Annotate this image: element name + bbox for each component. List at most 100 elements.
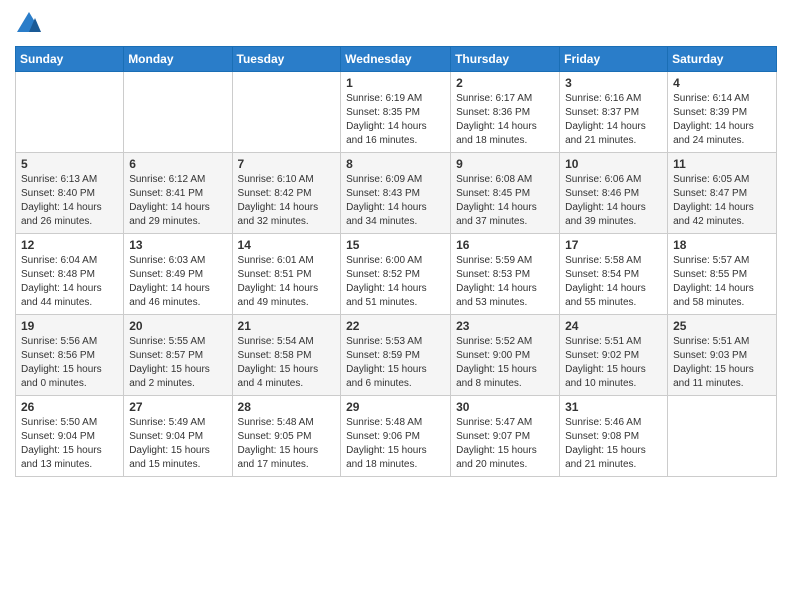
calendar-cell: 25Sunrise: 5:51 AM Sunset: 9:03 PM Dayli… — [668, 315, 777, 396]
calendar-cell: 10 Sunrise: 6:06 AM Sunset: 8:46 PM Dayli… — [560, 153, 668, 234]
day-info: Sunrise: 5:49 AM Sunset: 9:04 PM Dayligh… — [129, 416, 226, 472]
calendar-cell: 4 Sunrise: 6:14 AM Sunset: 8:39 PM Daylig… — [668, 72, 777, 153]
weekday-header-sunday: Sunday — [16, 47, 124, 72]
calendar-cell — [16, 72, 124, 153]
calendar-cell: 15 Sunrise: 6:00 AM Sunset: 8:52 PM Dayli… — [341, 234, 451, 315]
day-info: Sunrise: 5:54 AM Sunset: 8:58 PM Dayligh… — [238, 335, 336, 391]
day-info: Sunrise: 5:50 AM Sunset: 9:04 PM Dayligh… — [21, 416, 118, 472]
day-info: Sunrise: 6:06 AM Sunset: 8:46 PM Dayligh… — [565, 173, 662, 229]
calendar-cell: 19 Sunrise: 5:56 AM Sunset: 8:56 PM Dayli… — [16, 315, 124, 396]
day-number: 16 — [456, 238, 554, 252]
day-number: 17 — [565, 238, 662, 252]
calendar: SundayMondayTuesdayWednesdayThursdayFrid… — [15, 46, 777, 477]
day-number: 15 — [346, 238, 445, 252]
calendar-cell: 20Sunrise: 5:55 AM Sunset: 8:57 PM Dayli… — [124, 315, 232, 396]
calendar-cell: 6 Sunrise: 6:12 AM Sunset: 8:41 PM Daylig… — [124, 153, 232, 234]
calendar-cell: 27 Sunrise: 5:49 AM Sunset: 9:04 PM Dayli… — [124, 396, 232, 477]
day-info: Sunrise: 6:05 AM Sunset: 8:47 PM Dayligh… — [673, 173, 771, 229]
day-info: Sunrise: 6:13 AM Sunset: 8:40 PM Dayligh… — [21, 173, 118, 229]
day-info: Sunrise: 5:59 AM Sunset: 8:53 PM Dayligh… — [456, 254, 554, 310]
logo — [15, 10, 47, 38]
day-info: Sunrise: 6:04 AM Sunset: 8:48 PM Dayligh… — [21, 254, 118, 310]
calendar-cell: 24 Sunrise: 5:51 AM Sunset: 9:02 PM Dayli… — [560, 315, 668, 396]
day-info: Sunrise: 6:00 AM Sunset: 8:52 PM Dayligh… — [346, 254, 445, 310]
calendar-cell: 12 Sunrise: 6:04 AM Sunset: 8:48 PM Dayli… — [16, 234, 124, 315]
day-number: 22 — [346, 319, 445, 333]
day-info: Sunrise: 5:47 AM Sunset: 9:07 PM Dayligh… — [456, 416, 554, 472]
calendar-cell: 22 Sunrise: 5:53 AM Sunset: 8:59 PM Dayli… — [341, 315, 451, 396]
day-number: 24 — [565, 319, 662, 333]
day-info: Sunrise: 6:17 AM Sunset: 8:36 PM Dayligh… — [456, 92, 554, 148]
day-number: 4 — [673, 76, 771, 90]
day-number: 10 — [565, 157, 662, 171]
calendar-cell: 13 Sunrise: 6:03 AM Sunset: 8:49 PM Dayli… — [124, 234, 232, 315]
calendar-cell: 16 Sunrise: 5:59 AM Sunset: 8:53 PM Dayli… — [451, 234, 560, 315]
day-info: Sunrise: 5:51 AM Sunset: 9:02 PM Dayligh… — [565, 335, 662, 391]
calendar-cell: 26 Sunrise: 5:50 AM Sunset: 9:04 PM Dayli… — [16, 396, 124, 477]
day-info: Sunrise: 6:09 AM Sunset: 8:43 PM Dayligh… — [346, 173, 445, 229]
day-number: 29 — [346, 400, 445, 414]
weekday-header-wednesday: Wednesday — [341, 47, 451, 72]
calendar-week-2: 5Sunrise: 6:13 AM Sunset: 8:40 PM Daylig… — [16, 153, 777, 234]
day-number: 6 — [129, 157, 226, 171]
calendar-cell: 29 Sunrise: 5:48 AM Sunset: 9:06 PM Dayli… — [341, 396, 451, 477]
day-info: Sunrise: 5:48 AM Sunset: 9:06 PM Dayligh… — [346, 416, 445, 472]
day-info: Sunrise: 5:55 AM Sunset: 8:57 PM Dayligh… — [129, 335, 226, 391]
calendar-week-3: 12 Sunrise: 6:04 AM Sunset: 8:48 PM Dayli… — [16, 234, 777, 315]
day-info: Sunrise: 6:08 AM Sunset: 8:45 PM Dayligh… — [456, 173, 554, 229]
calendar-week-5: 26 Sunrise: 5:50 AM Sunset: 9:04 PM Dayli… — [16, 396, 777, 477]
day-info: Sunrise: 5:48 AM Sunset: 9:05 PM Dayligh… — [238, 416, 336, 472]
weekday-header-thursday: Thursday — [451, 47, 560, 72]
calendar-cell: 9 Sunrise: 6:08 AM Sunset: 8:45 PM Daylig… — [451, 153, 560, 234]
day-number: 12 — [21, 238, 118, 252]
day-number: 1 — [346, 76, 445, 90]
day-number: 9 — [456, 157, 554, 171]
calendar-cell: 2 Sunrise: 6:17 AM Sunset: 8:36 PM Daylig… — [451, 72, 560, 153]
calendar-cell — [668, 396, 777, 477]
weekday-header-saturday: Saturday — [668, 47, 777, 72]
calendar-cell: 1 Sunrise: 6:19 AM Sunset: 8:35 PM Daylig… — [341, 72, 451, 153]
day-number: 13 — [129, 238, 226, 252]
day-number: 18 — [673, 238, 771, 252]
calendar-cell — [232, 72, 341, 153]
day-number: 19 — [21, 319, 118, 333]
calendar-cell: 8 Sunrise: 6:09 AM Sunset: 8:43 PM Daylig… — [341, 153, 451, 234]
day-number: 30 — [456, 400, 554, 414]
day-number: 27 — [129, 400, 226, 414]
day-info: Sunrise: 5:56 AM Sunset: 8:56 PM Dayligh… — [21, 335, 118, 391]
day-info: Sunrise: 6:19 AM Sunset: 8:35 PM Dayligh… — [346, 92, 445, 148]
calendar-cell: 7Sunrise: 6:10 AM Sunset: 8:42 PM Daylig… — [232, 153, 341, 234]
day-info: Sunrise: 5:46 AM Sunset: 9:08 PM Dayligh… — [565, 416, 662, 472]
day-info: Sunrise: 5:57 AM Sunset: 8:55 PM Dayligh… — [673, 254, 771, 310]
weekday-header-tuesday: Tuesday — [232, 47, 341, 72]
calendar-week-1: 1 Sunrise: 6:19 AM Sunset: 8:35 PM Daylig… — [16, 72, 777, 153]
day-number: 31 — [565, 400, 662, 414]
day-info: Sunrise: 6:14 AM Sunset: 8:39 PM Dayligh… — [673, 92, 771, 148]
day-info: Sunrise: 6:03 AM Sunset: 8:49 PM Dayligh… — [129, 254, 226, 310]
day-number: 14 — [238, 238, 336, 252]
day-number: 3 — [565, 76, 662, 90]
calendar-cell: 23 Sunrise: 5:52 AM Sunset: 9:00 PM Dayli… — [451, 315, 560, 396]
weekday-header-friday: Friday — [560, 47, 668, 72]
weekday-header-monday: Monday — [124, 47, 232, 72]
calendar-cell: 11 Sunrise: 6:05 AM Sunset: 8:47 PM Dayli… — [668, 153, 777, 234]
calendar-cell — [124, 72, 232, 153]
calendar-cell: 18 Sunrise: 5:57 AM Sunset: 8:55 PM Dayli… — [668, 234, 777, 315]
day-info: Sunrise: 6:01 AM Sunset: 8:51 PM Dayligh… — [238, 254, 336, 310]
day-number: 21 — [238, 319, 336, 333]
day-info: Sunrise: 5:58 AM Sunset: 8:54 PM Dayligh… — [565, 254, 662, 310]
calendar-cell: 30 Sunrise: 5:47 AM Sunset: 9:07 PM Dayli… — [451, 396, 560, 477]
day-number: 11 — [673, 157, 771, 171]
day-number: 8 — [346, 157, 445, 171]
day-info: Sunrise: 5:52 AM Sunset: 9:00 PM Dayligh… — [456, 335, 554, 391]
day-info: Sunrise: 6:12 AM Sunset: 8:41 PM Dayligh… — [129, 173, 226, 229]
day-number: 23 — [456, 319, 554, 333]
day-number: 26 — [21, 400, 118, 414]
logo-icon — [15, 10, 43, 38]
calendar-cell: 5Sunrise: 6:13 AM Sunset: 8:40 PM Daylig… — [16, 153, 124, 234]
day-number: 28 — [238, 400, 336, 414]
calendar-cell: 28 Sunrise: 5:48 AM Sunset: 9:05 PM Dayli… — [232, 396, 341, 477]
day-number: 2 — [456, 76, 554, 90]
day-info: Sunrise: 5:51 AM Sunset: 9:03 PM Dayligh… — [673, 335, 771, 391]
day-info: Sunrise: 5:53 AM Sunset: 8:59 PM Dayligh… — [346, 335, 445, 391]
